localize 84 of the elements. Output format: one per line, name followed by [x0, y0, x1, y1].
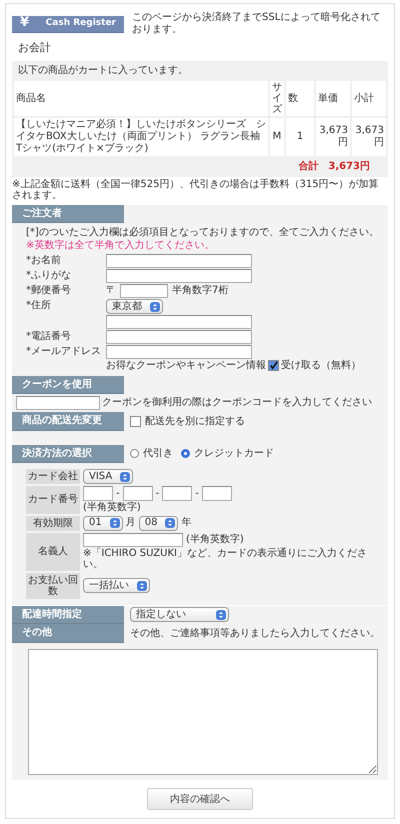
column-header: 商品名	[14, 81, 268, 116]
input-field[interactable]	[106, 254, 252, 268]
year-unit: 年	[181, 517, 192, 529]
cardholder-field[interactable]	[83, 532, 183, 547]
logo-text: Cash Register	[46, 18, 116, 29]
column-header: 数	[286, 81, 314, 116]
card-number-field[interactable]	[83, 486, 113, 502]
field-hint: (半角英数字)	[83, 502, 142, 514]
optin-text: お得なクーポンやキャンペーン情報	[106, 360, 266, 372]
section-heading: ご注文者	[12, 204, 124, 224]
field-label: 有効期限	[26, 516, 80, 531]
field-label: *郵便番号	[26, 284, 72, 297]
delivery-time-dropdown[interactable]: 指定しない	[130, 607, 229, 622]
table-cell: M	[270, 118, 284, 156]
checkbox[interactable]	[130, 416, 141, 427]
card-number-field[interactable]	[162, 486, 192, 502]
cardholder-note: ※「ICHIRO SUZUKI」など、カードの表示通りにご入力ください。	[83, 548, 368, 571]
shipping-note: ※上記金額に送料（全国一律525円）、代引きの場合は手数料（315円〜）が加算されます。	[12, 178, 380, 202]
other-hint: その他、ご連絡事項等ありましたら入力してください。	[130, 628, 380, 640]
email-field[interactable]	[106, 345, 252, 360]
checkbox-label: 受け取る（無料）	[281, 360, 361, 372]
column-header: 単価	[316, 81, 350, 116]
radio-label: 代引き	[143, 448, 173, 460]
logo-symbol: ¥	[20, 16, 30, 31]
section-heading: 決済方法の選択	[12, 444, 124, 464]
postal-code-field[interactable]	[120, 284, 168, 298]
input-field[interactable]	[106, 330, 252, 344]
updown-arrows-icon	[137, 580, 147, 591]
field-label: カード会社	[26, 469, 80, 484]
required-notice: [*]のついたご入力欄は必須項目となっておりますので、全てご入力ください。	[26, 227, 380, 239]
field-label: カード番号	[26, 486, 80, 514]
total-value: 3,673円	[328, 161, 370, 173]
checkbox[interactable]	[268, 360, 279, 372]
section-heading: その他	[12, 624, 124, 643]
table-cell: 3,673円	[352, 118, 386, 156]
updown-arrows-icon	[110, 518, 120, 528]
card-company-dropdown[interactable]: VISA	[83, 469, 134, 484]
table-cell: 1	[286, 118, 314, 156]
month-dropdown[interactable]: 01	[83, 516, 123, 531]
updown-arrows-icon	[150, 302, 160, 312]
month-unit: 月	[126, 517, 136, 529]
cart-caption: 以下の商品がカートに入っています。	[17, 64, 189, 78]
column-header: 小計	[352, 81, 386, 116]
radio-button[interactable]	[181, 449, 190, 458]
field-label: *住所	[26, 299, 52, 312]
postal-mark: 〒	[106, 285, 116, 297]
field-label: *メールアドレス	[26, 345, 102, 358]
input-field[interactable]	[106, 269, 252, 284]
checkbox-label: 配送先を別に指定する	[145, 416, 245, 428]
field-label: *お名前	[26, 254, 62, 267]
field-label: *電話番号	[26, 330, 72, 343]
section-heading: 配達時間指定	[12, 606, 124, 624]
card-number-field[interactable]	[122, 486, 153, 502]
page-title: お会計	[18, 42, 52, 55]
updown-arrows-icon	[165, 518, 176, 528]
table-cell: 【しいたけマニア必須！】しいたけボタンシリーズ シイタケBOX大しいたけ（両面プリント） ラグラン長袖Tシャツ(ホワイト×ブラック)	[14, 118, 268, 156]
field-label: 名義人	[26, 532, 80, 571]
warning-notice: ※英数字は全て半角で入力してください。	[26, 240, 216, 252]
separator: -	[195, 488, 199, 500]
message-textarea[interactable]	[28, 648, 378, 775]
separator: -	[156, 488, 160, 500]
coupon-hint: クーポンを御利用の際はクーポンコードを入力してください	[102, 397, 372, 409]
prefecture-dropdown[interactable]: 東京都	[106, 299, 163, 314]
field-label: お支払い回数	[26, 572, 80, 599]
card-number-field[interactable]	[202, 486, 232, 502]
input-field[interactable]	[106, 315, 252, 330]
field-label: *ふりがな	[26, 269, 72, 282]
separator: -	[116, 488, 120, 500]
confirm-button[interactable]: 内容の確認へ	[147, 788, 253, 810]
radio-button[interactable]	[130, 449, 139, 458]
table-cell: 3,673円	[316, 118, 350, 156]
year-dropdown[interactable]: 08	[138, 516, 178, 531]
field-hint: (半角英数字)	[186, 534, 244, 546]
field-hint: 半角数字7桁	[172, 285, 228, 297]
total-label: 合計	[298, 161, 318, 173]
section-heading: クーポンを使用	[12, 376, 124, 394]
section-heading: 商品の配送先変更	[12, 412, 124, 431]
updown-arrows-icon	[216, 610, 226, 620]
radio-label: クレジットカード	[194, 448, 274, 460]
installments-dropdown[interactable]: 一括払い	[83, 578, 150, 594]
updown-arrows-icon	[120, 472, 130, 482]
column-header: サイズ	[270, 81, 284, 116]
coupon-field[interactable]	[16, 396, 100, 410]
ssl-notice: このページから決済終了までSSLによって暗号化されております。	[132, 12, 382, 36]
